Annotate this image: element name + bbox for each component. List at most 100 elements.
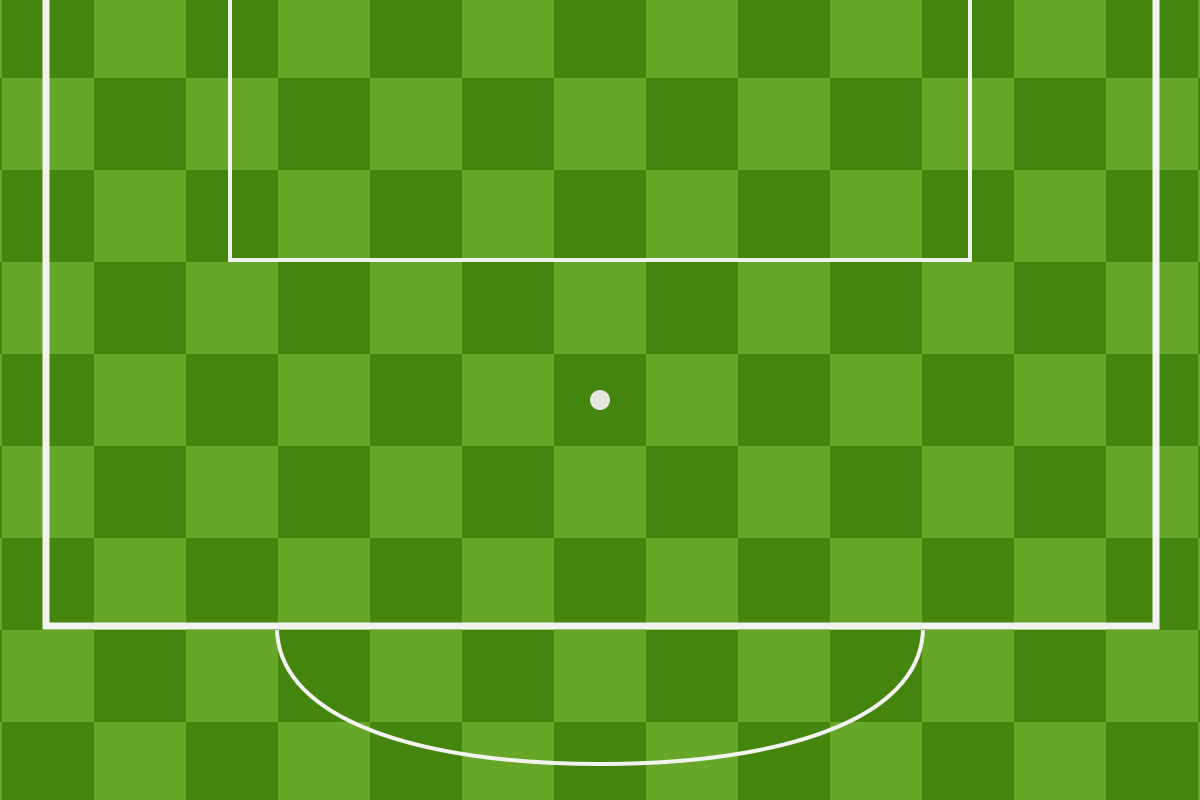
grass-tile <box>554 446 646 538</box>
grass-tile <box>1106 170 1198 262</box>
grass-tile <box>370 262 462 354</box>
grass-tile <box>1014 722 1106 800</box>
grass-tile <box>646 0 738 78</box>
grass-tile <box>646 262 738 354</box>
grass-tile <box>1106 446 1198 538</box>
grass-tile <box>1014 170 1106 262</box>
grass-tile <box>830 262 922 354</box>
grass-tile <box>922 446 1014 538</box>
grass-tile <box>646 78 738 170</box>
ball[interactable] <box>590 390 610 410</box>
grass-tile <box>0 446 2 538</box>
grass-tile <box>0 538 2 630</box>
grass-tile <box>0 354 2 446</box>
grass-tile <box>462 538 554 630</box>
grass-tile <box>922 538 1014 630</box>
grass-tile <box>922 262 1014 354</box>
grass-tile <box>370 446 462 538</box>
grass-tile <box>922 354 1014 446</box>
grass-tile <box>554 170 646 262</box>
grass-tile <box>94 354 186 446</box>
grass-tile <box>94 538 186 630</box>
grass-tile <box>646 538 738 630</box>
grass-tile <box>830 538 922 630</box>
grass-tile <box>278 722 370 800</box>
grass-tile <box>94 78 186 170</box>
grass-tile <box>738 262 830 354</box>
grass-tile <box>94 262 186 354</box>
grass-tile <box>1106 538 1198 630</box>
grass-tile <box>462 78 554 170</box>
grass-tile <box>370 170 462 262</box>
grass-tile <box>1014 630 1106 722</box>
grass-tile <box>186 722 278 800</box>
grass-tile <box>1106 0 1198 78</box>
pitch-canvas <box>0 0 1200 800</box>
grass-tile <box>1106 722 1198 800</box>
grass-tile <box>1014 354 1106 446</box>
grass-tile <box>738 78 830 170</box>
grass-tile <box>738 538 830 630</box>
grass-tile <box>94 446 186 538</box>
grass-tile <box>738 630 830 722</box>
grass-tile <box>738 0 830 78</box>
grass-tile <box>0 262 2 354</box>
grass-tile <box>738 170 830 262</box>
grass-tile <box>1106 78 1198 170</box>
grass-tile <box>462 262 554 354</box>
grass-tile <box>738 446 830 538</box>
grass-tile <box>554 78 646 170</box>
grass-tile <box>186 262 278 354</box>
grass-tile <box>94 630 186 722</box>
grass-tile <box>830 78 922 170</box>
grass-tile <box>2 722 94 800</box>
grass-tile <box>554 0 646 78</box>
grass-tile <box>278 78 370 170</box>
grass-tile <box>830 446 922 538</box>
grass-tile <box>186 354 278 446</box>
grass-tile <box>830 354 922 446</box>
grass-tile <box>1014 262 1106 354</box>
grass-tile <box>0 170 2 262</box>
grass-tile <box>1106 262 1198 354</box>
grass-tile <box>1106 354 1198 446</box>
grass-tile <box>646 446 738 538</box>
grass-tile <box>370 0 462 78</box>
grass-tile <box>738 354 830 446</box>
grass-tile <box>370 538 462 630</box>
grass-tile <box>278 262 370 354</box>
grass-tile <box>1014 446 1106 538</box>
grass-tile <box>370 354 462 446</box>
grass-tile <box>1106 630 1198 722</box>
grass-tile <box>646 630 738 722</box>
grass-tile <box>462 354 554 446</box>
grass-tile <box>1014 538 1106 630</box>
grass-tile <box>186 446 278 538</box>
grass-tile <box>186 630 278 722</box>
grass-tile <box>462 630 554 722</box>
grass-tile <box>462 0 554 78</box>
grass-tile <box>646 170 738 262</box>
grass-tile <box>278 538 370 630</box>
grass-tile <box>462 170 554 262</box>
grass-tile <box>370 630 462 722</box>
grass-tile <box>922 722 1014 800</box>
grass-tile <box>922 630 1014 722</box>
grass-tile <box>94 170 186 262</box>
grass-tile <box>0 722 2 800</box>
grass-tile <box>462 446 554 538</box>
grass-tile <box>278 446 370 538</box>
grass-tile <box>94 722 186 800</box>
grass-tile <box>94 0 186 78</box>
grass-tile <box>2 630 94 722</box>
grass-tile <box>554 538 646 630</box>
grass-tile <box>186 538 278 630</box>
grass-tile <box>370 78 462 170</box>
grass-tile <box>554 262 646 354</box>
football-pitch <box>0 0 1200 800</box>
grass-tile <box>0 0 2 78</box>
grass-tile <box>554 630 646 722</box>
grass-tile <box>278 170 370 262</box>
grass-tile <box>830 722 922 800</box>
grass-tile <box>1014 0 1106 78</box>
